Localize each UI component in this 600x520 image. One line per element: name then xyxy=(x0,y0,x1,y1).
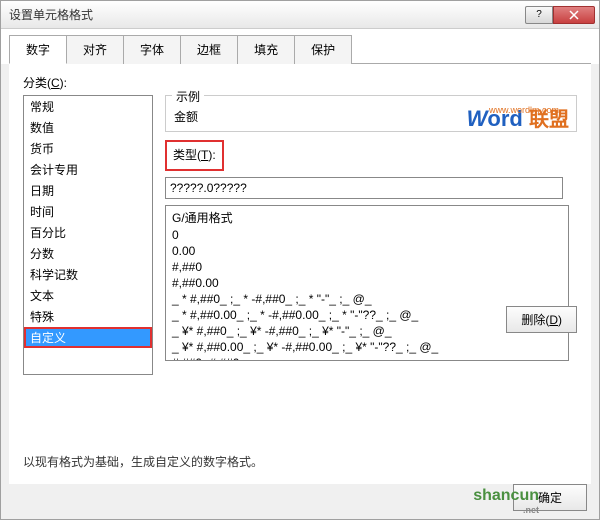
tab-bar: 数字 对齐 字体 边框 填充 保护 xyxy=(1,29,599,64)
format-item[interactable]: 0 xyxy=(166,227,568,243)
type-section: 类型(T): xyxy=(165,140,224,171)
category-item[interactable]: 会计专用 xyxy=(24,159,152,180)
tab-number[interactable]: 数字 xyxy=(9,35,67,64)
sample-box: 示例 金额 xyxy=(165,95,577,132)
category-item-custom[interactable]: 自定义 xyxy=(24,327,152,348)
tab-font[interactable]: 字体 xyxy=(123,35,181,64)
right-panel: www.wordlm.com Word 联盟 示例 金额 类型(T): G/通用 xyxy=(165,95,577,375)
format-item[interactable]: G/通用格式 xyxy=(166,208,568,227)
format-item[interactable]: #,##0 xyxy=(166,259,568,275)
format-item[interactable]: #,##0.00 xyxy=(166,275,568,291)
dialog-window: 设置单元格格式 ? 数字 对齐 字体 边框 填充 保护 分类(C): 常规 数值… xyxy=(0,0,600,520)
delete-button[interactable]: 删除(D) xyxy=(506,306,577,333)
category-item[interactable]: 特殊 xyxy=(24,306,152,327)
content-area: 分类(C): 常规 数值 货币 会计专用 日期 时间 百分比 分数 科学记数 文… xyxy=(9,64,591,484)
category-item[interactable]: 百分比 xyxy=(24,222,152,243)
tab-protection[interactable]: 保护 xyxy=(294,35,352,64)
footer: 确定 xyxy=(513,484,587,511)
format-item[interactable]: 0.00 xyxy=(166,243,568,259)
hint-text: 以现有格式为基础，生成自定义的数字格式。 xyxy=(23,453,263,470)
category-label: 分类(C): xyxy=(23,74,577,91)
sample-label: 示例 xyxy=(172,88,204,105)
tab-alignment[interactable]: 对齐 xyxy=(66,35,124,64)
ok-button[interactable]: 确定 xyxy=(513,484,587,511)
close-icon xyxy=(569,10,579,20)
type-input[interactable] xyxy=(165,177,563,199)
titlebar-buttons: ? xyxy=(525,6,595,24)
sample-value: 金额 xyxy=(174,108,568,125)
tab-fill[interactable]: 填充 xyxy=(237,35,295,64)
format-item[interactable]: _ * #,##0_ ;_ * -#,##0_ ;_ * "-"_ ;_ @_ xyxy=(166,291,568,307)
category-item[interactable]: 常规 xyxy=(24,96,152,117)
category-item[interactable]: 科学记数 xyxy=(24,264,152,285)
category-item[interactable]: 分数 xyxy=(24,243,152,264)
category-item[interactable]: 文本 xyxy=(24,285,152,306)
type-label: 类型(T): xyxy=(173,146,216,163)
category-list[interactable]: 常规 数值 货币 会计专用 日期 时间 百分比 分数 科学记数 文本 特殊 自定… xyxy=(23,95,153,375)
format-item[interactable]: _ ¥* #,##0.00_ ;_ ¥* -#,##0.00_ ;_ ¥* "-… xyxy=(166,339,568,355)
category-item[interactable]: 数值 xyxy=(24,117,152,138)
close-button[interactable] xyxy=(553,6,595,24)
tab-border[interactable]: 边框 xyxy=(180,35,238,64)
format-item[interactable]: #,##0;-#,##0 xyxy=(166,355,568,361)
category-item[interactable]: 货币 xyxy=(24,138,152,159)
window-title: 设置单元格格式 xyxy=(5,6,525,23)
category-item[interactable]: 日期 xyxy=(24,180,152,201)
help-button[interactable]: ? xyxy=(525,6,553,24)
category-item[interactable]: 时间 xyxy=(24,201,152,222)
formats-list[interactable]: G/通用格式 0 0.00 #,##0 #,##0.00 _ * #,##0_ … xyxy=(165,205,569,361)
titlebar: 设置单元格格式 ? xyxy=(1,1,599,29)
